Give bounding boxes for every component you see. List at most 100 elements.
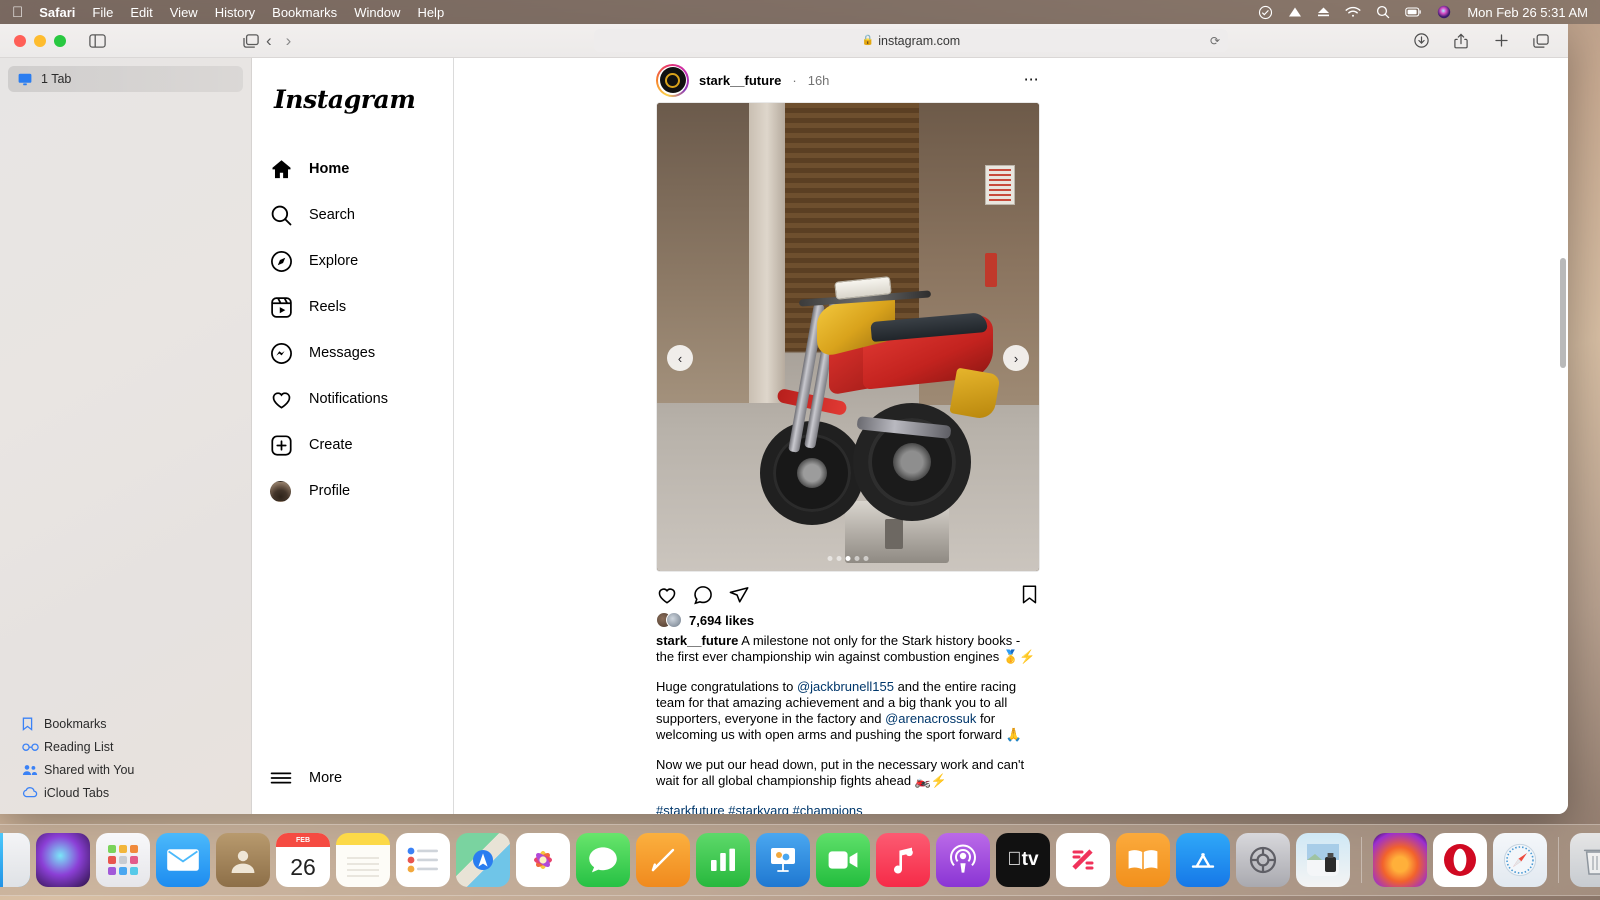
dock-item-trash[interactable] [1570,833,1600,887]
dock-item-calendar[interactable]: FEB 26 [276,833,330,887]
menu-bar-clock[interactable]: Mon Feb 26 5:31 AM [1467,5,1588,20]
save-button[interactable] [1019,584,1040,605]
dock-item-facetime[interactable] [816,833,870,887]
sidebar-item-reading-list[interactable]: Reading List [14,735,237,758]
reload-icon[interactable]: ⟳ [1210,34,1220,48]
dock-item-contacts[interactable] [216,833,270,887]
dock-item-app-store[interactable] [1176,833,1230,887]
sidebar-item-profile[interactable]: Profile [264,468,441,514]
dock-item-apple-tv[interactable]: tv [996,833,1050,887]
maximize-window-button[interactable] [54,34,66,47]
sidebar-item-messages[interactable]: Messages [264,330,441,376]
tab-overview-icon[interactable] [238,30,264,52]
dock-item-photos[interactable] [516,833,570,887]
dock-item-books[interactable] [1116,833,1170,887]
post-username[interactable]: stark__future [699,73,781,88]
post-options-icon[interactable]: ⋯ [1024,72,1040,87]
menu-item-bookmarks[interactable]: Bookmarks [272,5,337,20]
sidebar-item-more[interactable]: More [264,756,442,800]
caption-username[interactable]: stark__future [656,633,738,648]
sidebar-item-bookmarks[interactable]: Bookmarks [14,712,237,735]
dock: FEB 26 tv [0,824,1600,896]
caption-hashtags[interactable]: #starkfuture #starkvarg #champions [656,803,1040,814]
tab-group-row[interactable]: 1 Tab [8,66,243,92]
menu-item-edit[interactable]: Edit [130,5,152,20]
sidebar-item-label: Reading List [44,739,114,754]
carousel-next-button[interactable]: › [1003,345,1029,371]
new-tab-icon[interactable] [1488,30,1514,52]
carousel-dot[interactable] [863,556,869,561]
sidebar-item-icloud-tabs[interactable]: iCloud Tabs [14,781,237,804]
battery-icon[interactable] [1405,6,1422,18]
sidebar-item-create[interactable]: Create [264,422,441,468]
dock-item-numbers[interactable] [696,833,750,887]
menu-item-view[interactable]: View [170,5,198,20]
instagram-logo[interactable]: Instagram [274,85,441,114]
apple-menu-icon[interactable]:  [12,5,23,20]
dock-item-notes[interactable] [336,833,390,887]
carousel-dot[interactable] [827,556,833,561]
spotlight-search-icon[interactable] [1376,5,1390,19]
comment-button[interactable] [692,584,714,606]
minimize-window-button[interactable] [34,34,46,47]
window-controls[interactable] [0,34,66,47]
dock-item-finder[interactable] [0,833,30,887]
menu-item-help[interactable]: Help [417,5,444,20]
dock-item-mail[interactable] [156,833,210,887]
carousel-dot[interactable] [836,556,842,561]
page-scrollbar[interactable] [1560,258,1566,368]
dock-item-system-settings[interactable] [1236,833,1290,887]
dock-item-keynote[interactable] [756,833,810,887]
wifi-icon[interactable] [1345,6,1361,18]
address-bar[interactable]: 🔒 instagram.com ⟳ [594,29,1228,52]
show-tabs-icon[interactable] [1528,30,1554,52]
share-button[interactable] [728,584,750,606]
sidebar-item-label: Search [309,207,355,223]
navigation-buttons: ‹ › [266,32,291,49]
dock-item-opera[interactable] [1433,833,1487,887]
dock-item-launchpad[interactable] [96,833,150,887]
close-window-button[interactable] [14,34,26,47]
dock-item-news[interactable] [1056,833,1110,887]
sidebar-item-home[interactable]: Home [264,146,441,192]
forward-button[interactable]: › [286,32,292,49]
sidebar-item-shared-with-you[interactable]: Shared with You [14,758,237,781]
triangle-icon[interactable] [1288,6,1302,18]
back-button[interactable]: ‹ [266,32,272,49]
dock-item-preview[interactable] [1296,833,1350,887]
dock-item-music[interactable] [876,833,930,887]
dock-item-firefox[interactable] [1373,833,1427,887]
carousel-prev-button[interactable]: ‹ [667,345,693,371]
sidebar-toggle-icon[interactable] [84,30,110,52]
control-center-icon[interactable] [1258,5,1273,20]
sidebar-item-search[interactable]: Search [264,192,441,238]
sidebar-item-reels[interactable]: Reels [264,284,441,330]
carousel-dot-active[interactable] [845,556,851,561]
sidebar-item-label: Messages [309,345,376,361]
share-icon[interactable] [1448,30,1474,52]
story-ring-avatar[interactable] [656,63,689,97]
dock-item-safari[interactable] [1493,833,1547,887]
eject-icon[interactable] [1317,6,1330,18]
download-icon[interactable] [1408,30,1434,52]
dock-item-maps[interactable] [456,833,510,887]
dock-item-messages[interactable] [576,833,630,887]
bookmark-icon [22,717,44,731]
mention-jackbrunell155[interactable]: @jackbrunell155 [797,679,894,694]
menu-item-safari[interactable]: Safari [39,5,75,20]
like-button[interactable] [656,584,678,606]
dock-item-reminders[interactable] [396,833,450,887]
menu-item-history[interactable]: History [215,5,255,20]
menu-item-file[interactable]: File [92,5,113,20]
post-likes[interactable]: 7,694 likes [656,612,1040,628]
sidebar-item-explore[interactable]: Explore [264,238,441,284]
dock-item-podcasts[interactable] [936,833,990,887]
dock-item-pages[interactable] [636,833,690,887]
dock-item-siri[interactable] [36,833,90,887]
menu-item-window[interactable]: Window [354,5,400,20]
carousel-dot[interactable] [854,556,860,561]
siri-icon[interactable] [1437,5,1451,19]
post-media[interactable]: ‹ › [656,102,1040,572]
mention-arenacrossuk[interactable]: @arenacrossuk [885,711,976,726]
sidebar-item-notifications[interactable]: Notifications [264,376,441,422]
